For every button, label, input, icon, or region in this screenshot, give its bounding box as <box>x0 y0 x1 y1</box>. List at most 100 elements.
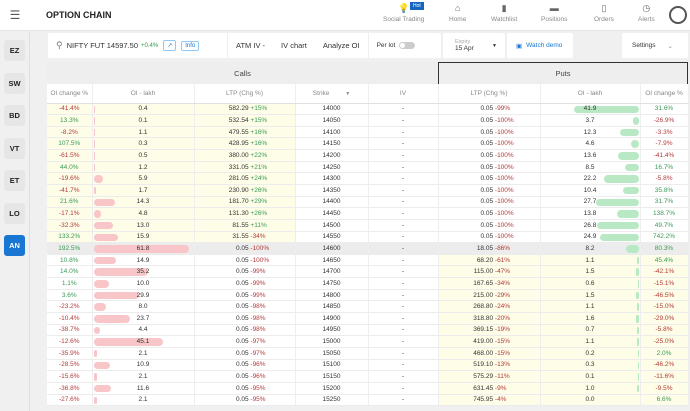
expiry-select[interactable]: Expiry 15 Apr ▼ <box>443 33 505 58</box>
table-row[interactable]: -38.7%4.40.05 -98%14950-369.15 -19%0.7-5… <box>47 324 688 336</box>
atm-iv-button[interactable]: ATM IV - <box>228 33 273 58</box>
call-ltp[interactable]: 0.05 -95% <box>194 382 295 394</box>
put-ltp[interactable]: 0.05 -100% <box>438 138 540 150</box>
call-ltp[interactable]: 582.29 +15% <box>194 103 295 115</box>
sidebar-item-sw[interactable]: SW <box>4 73 25 94</box>
table-row[interactable]: -15.6%2.10.05 -96%15150-575.29 -11%0.1-1… <box>47 371 688 383</box>
put-ltp[interactable]: 0.05 -100% <box>438 173 540 185</box>
sort-icon[interactable]: ▼ <box>345 91 350 97</box>
call-ltp[interactable]: 532.54 +15% <box>194 115 295 127</box>
search-icon[interactable]: ⚲ <box>56 40 63 51</box>
call-ltp[interactable]: 0.05 -96% <box>194 371 295 383</box>
table-row[interactable]: -35.9%2.10.05 -97%15050-468.00 -15%0.22.… <box>47 347 688 359</box>
sidebar-item-an[interactable]: AN <box>4 235 25 256</box>
table-row[interactable]: 107.5%0.3428.95 +16%14150-0.05 -100%4.6-… <box>47 138 688 150</box>
table-row[interactable]: 3.6%29.90.05 -99%14800-215.00 -29%1.5-46… <box>47 289 688 301</box>
table-row[interactable]: 10.8%14.90.05 -100%14650-68.20 -61%1.145… <box>47 254 688 266</box>
put-ltp[interactable]: 167.65 -34% <box>438 278 540 290</box>
put-ltp[interactable]: 519.10 -13% <box>438 359 540 371</box>
call-ltp[interactable]: 230.90 +26% <box>194 184 295 196</box>
table-row[interactable]: -8.2%1.1479.55 +16%14100-0.05 -100%12.3-… <box>47 126 688 138</box>
table-row[interactable]: 44.0%1.2331.05 +21%14250-0.05 -100%8.516… <box>47 161 688 173</box>
menu-icon[interactable]: ☰ <box>0 8 30 22</box>
put-ltp[interactable]: 0.05 -100% <box>438 115 540 127</box>
table-row[interactable]: -36.8%11.60.05 -95%15200-631.45 -9%1.0-9… <box>47 382 688 394</box>
call-ltp[interactable]: 0.05 -99% <box>194 278 295 290</box>
put-ltp[interactable]: 0.05 -100% <box>438 184 540 196</box>
call-ltp[interactable]: 0.05 -95% <box>194 394 295 406</box>
sidebar-item-vt[interactable]: VT <box>4 138 25 159</box>
col-put-ltp[interactable]: LTP (Chg %) <box>438 84 540 103</box>
put-ltp[interactable]: 0.05 -100% <box>438 126 540 138</box>
call-ltp[interactable]: 31.55 -34% <box>194 231 295 243</box>
chart-icon[interactable]: ↗ <box>163 40 176 51</box>
table-row[interactable]: -12.6%45.10.05 -97%15000-419.00 -15%1.1-… <box>47 336 688 348</box>
table-row[interactable]: 13.3%0.1532.54 +15%14050-0.05 -100%3.7-2… <box>47 115 688 127</box>
table-row[interactable]: 21.6%14.3181.70 +29%14400-0.05 -100%27.7… <box>47 196 688 208</box>
call-ltp[interactable]: 331.05 +21% <box>194 161 295 173</box>
avatar[interactable] <box>669 6 687 24</box>
table-row[interactable]: -10.4%23.70.05 -98%14900-318.80 -20%1.6-… <box>47 313 688 325</box>
call-ltp[interactable]: 428.95 +16% <box>194 138 295 150</box>
table-row[interactable]: -27.6%2.10.05 -95%15250-745.95 -4%0.06.6… <box>47 394 688 406</box>
call-ltp[interactable]: 0.05 -99% <box>194 289 295 301</box>
put-ltp[interactable]: 318.80 -20% <box>438 313 540 325</box>
call-ltp[interactable]: 0.05 -97% <box>194 347 295 359</box>
table-row[interactable]: -17.1%4.8131.30 +26%14450-0.05 -100%13.8… <box>47 208 688 220</box>
sidebar-item-lo[interactable]: LO <box>4 203 25 224</box>
table-row[interactable]: -32.3%13.081.55 +11%14500-0.05 -100%26.8… <box>47 219 688 231</box>
call-ltp[interactable]: 0.05 -100% <box>194 254 295 266</box>
nav-social-trading[interactable]: 💡Social TradingHot <box>383 3 424 23</box>
call-ltp[interactable]: 0.05 -99% <box>194 266 295 278</box>
call-ltp[interactable]: 0.05 -98% <box>194 301 295 313</box>
table-row[interactable]: -41.7%1.7230.90 +26%14350-0.05 -100%10.4… <box>47 184 688 196</box>
put-ltp[interactable]: 575.29 -11% <box>438 371 540 383</box>
put-ltp[interactable]: 68.20 -61% <box>438 254 540 266</box>
put-ltp[interactable]: 0.05 -100% <box>438 231 540 243</box>
put-ltp[interactable]: 369.15 -19% <box>438 324 540 336</box>
table-row[interactable]: 14.0%35.20.05 -99%14700-115.00 -47%1.5-4… <box>47 266 688 278</box>
nav-watchlist[interactable]: ▮Watchlist <box>491 3 517 23</box>
nav-alerts[interactable]: ◷Alerts <box>638 3 655 23</box>
table-row[interactable]: -23.2%8.00.05 -98%14850-268.80 -24%1.1-1… <box>47 301 688 313</box>
call-ltp[interactable]: 380.00 +22% <box>194 150 295 162</box>
col-put-oi[interactable]: OI - lakh <box>540 84 640 103</box>
col-call-oi-change[interactable]: OI change % <box>47 84 92 103</box>
call-ltp[interactable]: 81.55 +11% <box>194 219 295 231</box>
col-put-oi-change[interactable]: OI change % <box>640 84 688 103</box>
table-row[interactable]: 1.1%10.00.05 -99%14750-167.65 -34%0.6-15… <box>47 278 688 290</box>
col-call-oi[interactable]: OI - lakh <box>92 84 194 103</box>
put-ltp[interactable]: 0.05 -100% <box>438 219 540 231</box>
call-ltp[interactable]: 281.05 +24% <box>194 173 295 185</box>
put-ltp[interactable]: 419.00 -15% <box>438 336 540 348</box>
put-ltp[interactable]: 18.05 -86% <box>438 243 540 255</box>
col-iv[interactable]: IV <box>368 84 438 103</box>
put-ltp[interactable]: 0.05 -100% <box>438 208 540 220</box>
settings-dropdown[interactable]: Settings⌄ <box>622 33 688 58</box>
put-ltp[interactable]: 215.00 -29% <box>438 289 540 301</box>
nav-home[interactable]: ⌂Home <box>449 3 466 23</box>
watch-demo-button[interactable]: ▣Watch demo <box>507 33 573 58</box>
put-ltp[interactable]: 631.45 -9% <box>438 382 540 394</box>
put-ltp[interactable]: 0.05 -99% <box>438 103 540 115</box>
col-strike[interactable]: Strike ▼ <box>295 84 368 103</box>
put-ltp[interactable]: 468.00 -15% <box>438 347 540 359</box>
analyze-oi-button[interactable]: Analyze OI <box>315 33 369 58</box>
symbol-label[interactable]: NIFTY FUT 14597.50 <box>67 41 138 50</box>
table-row[interactable]: 133.2%15.931.55 -34%14550-0.05 -100%24.9… <box>47 231 688 243</box>
call-ltp[interactable]: 0.05 -96% <box>194 359 295 371</box>
per-lot-toggle[interactable] <box>399 42 415 49</box>
call-ltp[interactable]: 0.05 -100% <box>194 243 295 255</box>
table-row[interactable]: -19.6%5.9281.05 +24%14300-0.05 -100%22.2… <box>47 173 688 185</box>
nav-positions[interactable]: ▬Positions <box>541 3 567 23</box>
table-row[interactable]: 192.5%61.80.05 -100%14600-18.05 -86%8.28… <box>47 243 688 255</box>
put-ltp[interactable]: 0.05 -100% <box>438 150 540 162</box>
table-row[interactable]: -41.4%0.4582.29 +15%14000-0.05 -99%41.93… <box>47 103 688 115</box>
put-ltp[interactable]: 745.95 -4% <box>438 394 540 406</box>
put-ltp[interactable]: 268.80 -24% <box>438 301 540 313</box>
sidebar-item-ez[interactable]: EZ <box>4 40 25 61</box>
sidebar-item-bd[interactable]: BD <box>4 105 25 126</box>
info-button[interactable]: Info <box>181 41 199 51</box>
call-ltp[interactable]: 0.05 -97% <box>194 336 295 348</box>
col-call-ltp[interactable]: LTP (Chg %) <box>194 84 295 103</box>
